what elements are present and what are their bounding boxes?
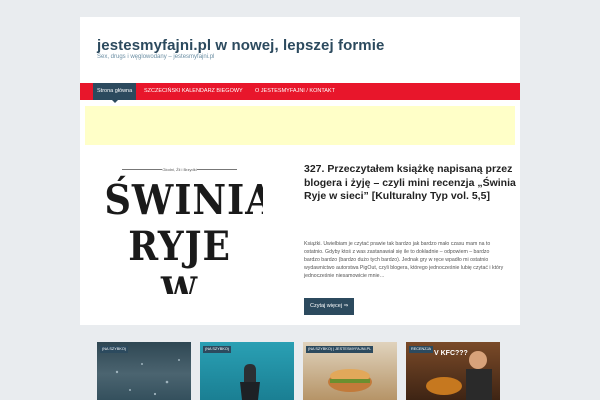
grid-card[interactable]: RECENZJA V KFC??? (406, 342, 500, 400)
nav-item-running-calendar[interactable]: SZCZECIŃSKI KALENDARZ BIEGOWY (144, 83, 243, 100)
thumbnail-caption: Głodni, Źli i Brzydki (162, 167, 197, 172)
featured-post-title[interactable]: 327. Przeczytałem książkę napisaną przez… (304, 163, 520, 204)
grid-card[interactable]: (NA SZYBKO) | JESTESMYFAJNI.PL (303, 342, 397, 400)
category-badge[interactable]: (NA SZYBKO) | JESTESMYFAJNI.PL (306, 346, 374, 353)
site-description: Sex, drugs i węglowodany – jestesmyfajni… (97, 54, 215, 60)
cover-word-1: ŚWINIA (104, 176, 263, 224)
grid-card[interactable]: (NA SZYBKO) (97, 342, 191, 400)
category-badge[interactable]: RECENZJA (409, 346, 434, 353)
page-container: jestesmyfajni.pl w nowej, lepszej formie… (80, 17, 520, 325)
site-title[interactable]: jestesmyfajni.pl w nowej, lepszej formie (97, 37, 384, 54)
card-image (115, 359, 180, 396)
cover-word-3: W SIECI (160, 270, 199, 294)
featured-post-excerpt: Książki. Uwielbiam je czytać prawie tak … (304, 241, 504, 279)
caption-rule-right (197, 169, 237, 170)
cover-word-2: RYJE (128, 223, 231, 270)
ad-banner[interactable] (85, 106, 515, 145)
nav-item-home[interactable]: Strona główna (93, 83, 137, 103)
grid-card[interactable]: (NA SZYBKO) (200, 342, 294, 400)
featured-post-thumbnail[interactable]: Głodni, Źli i Brzydki ŚWINIA RYJE W SIEC… (96, 164, 263, 294)
read-more-button[interactable]: Czytaj więcej ⇒ (304, 298, 355, 315)
nav-item-about-contact[interactable]: O JESTESMYFAJNI / KONTAKT (255, 83, 335, 100)
main-nav: Strona główna SZCZECIŃSKI KALENDARZ BIEG… (80, 83, 520, 103)
card-title[interactable]: V KFC??? (434, 350, 468, 357)
category-badge[interactable]: (NA SZYBKO) (203, 346, 232, 353)
